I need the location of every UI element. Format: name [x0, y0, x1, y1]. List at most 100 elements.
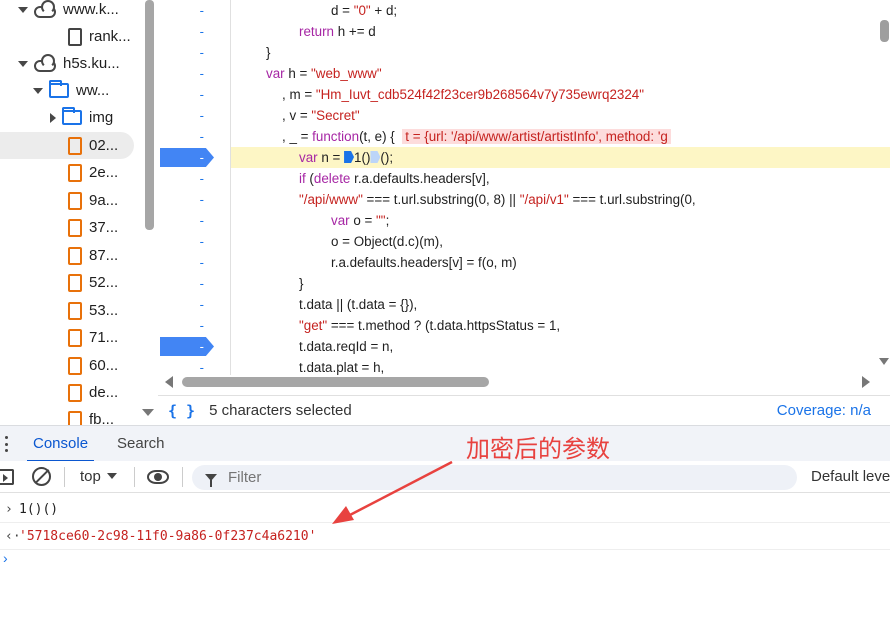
inline-variable-value: t = {url: '/api/www/artist/artistInfo', … — [402, 129, 671, 144]
live-expression-eye-icon[interactable] — [146, 467, 172, 487]
paused-code-line[interactable]: var n = 1() (); — [231, 147, 890, 168]
code-string: "web_www" — [311, 66, 382, 81]
code-area[interactable]: d = "0" + d; return h += d } var h = "we… — [230, 0, 890, 375]
code-line[interactable]: d = "0" + d; — [231, 0, 397, 21]
sidebar-toggle-icon[interactable] — [0, 469, 14, 485]
code-token: + d; — [370, 3, 398, 18]
code-line[interactable]: o = Object(d.c)(m), — [231, 231, 443, 252]
gutter-line-marker[interactable]: - — [158, 42, 228, 63]
code-string: "Secret" — [311, 108, 360, 123]
code-token: , _ = — [282, 129, 313, 144]
tree-item-file[interactable]: 37... — [0, 214, 140, 241]
gutter-line-marker[interactable]: - — [158, 84, 228, 105]
context-select-label: top — [80, 468, 101, 485]
code-line[interactable]: t.data.plat = h, — [231, 357, 384, 378]
chevron-right-icon[interactable] — [50, 112, 56, 123]
folder-icon — [62, 107, 82, 125]
more-options-icon[interactable] — [5, 436, 9, 452]
editor-gutter[interactable]: ------------------ — [158, 0, 228, 375]
tree-item-file[interactable]: rank... — [0, 23, 140, 50]
tree-item-file[interactable]: de... — [0, 379, 140, 406]
gutter-line-marker[interactable]: - — [158, 126, 228, 147]
tree-scrollbar-thumb[interactable] — [145, 0, 154, 230]
gutter-line-marker[interactable]: - — [158, 168, 228, 189]
code-line[interactable]: } — [231, 42, 270, 63]
gutter-line-marker[interactable]: - — [158, 105, 228, 126]
gutter-line-marker[interactable]: - — [158, 315, 228, 336]
tree-item-file[interactable]: 9a... — [0, 187, 140, 214]
code-line[interactable]: var o = ""; — [231, 210, 389, 231]
code-line[interactable]: return h += d — [231, 21, 376, 42]
gutter-line-marker[interactable]: - — [158, 357, 228, 378]
step-into-marker-icon[interactable] — [370, 151, 381, 163]
console-output[interactable]: › 1()() ‹· '5718ce60-2c98-11f0-9a86-0f23… — [0, 494, 890, 619]
code-line[interactable]: , v = "Secret" — [231, 105, 360, 126]
code-token: n = — [317, 150, 345, 165]
code-line[interactable]: if (delete r.a.defaults.headers[v], — [231, 168, 490, 189]
tree-item-file[interactable]: 52... — [0, 269, 140, 296]
gutter-line-marker[interactable]: - — [158, 189, 228, 210]
file-icon — [68, 163, 82, 182]
code-token: ; — [385, 213, 390, 228]
gutter-line-marker[interactable]: - — [158, 63, 228, 84]
scroll-down-arrow-icon[interactable] — [142, 409, 154, 416]
code-line[interactable]: "get" === t.method ? (t.data.httpsStatus… — [231, 315, 560, 336]
cloud-icon — [34, 0, 56, 18]
gutter-line-marker[interactable]: - — [158, 336, 228, 357]
coverage-link[interactable]: Coverage: n/a — [777, 402, 871, 419]
toolbar-divider — [64, 467, 65, 487]
tab-search[interactable]: Search — [117, 426, 165, 462]
tree-item-domain-1[interactable]: www.k... — [0, 0, 140, 23]
code-line[interactable]: var h = "web_www" — [231, 63, 382, 84]
tree-item-file[interactable]: 71... — [0, 324, 140, 351]
code-line[interactable]: , m = "Hm_Iuvt_cdb524f42f23cer9b268564v7… — [231, 84, 644, 105]
chevron-down-icon[interactable] — [18, 60, 28, 67]
editor-vertical-scrollbar-thumb[interactable] — [880, 20, 889, 42]
gutter-line-marker[interactable]: - — [158, 210, 228, 231]
filter-field[interactable] — [192, 465, 797, 490]
code-line[interactable]: t.data.reqId = n, — [231, 336, 393, 357]
tab-console[interactable]: Console — [26, 426, 95, 462]
editor-horizontal-scrollbar-thumb[interactable] — [182, 377, 489, 387]
chevron-down-icon[interactable] — [18, 6, 28, 13]
annotation-label: 加密后的参数 — [466, 435, 610, 463]
code-line[interactable]: } — [231, 273, 303, 294]
tree-item-file-selected[interactable]: 02... — [0, 132, 134, 159]
pretty-print-icon[interactable]: { } — [168, 402, 195, 420]
code-line[interactable]: , _ = function(t, e) { t = {url: '/api/w… — [231, 126, 671, 147]
gutter-line-marker[interactable]: - — [158, 231, 228, 252]
scroll-down-arrow-icon[interactable] — [879, 358, 889, 365]
chevron-down-icon[interactable] — [33, 87, 43, 94]
tree-item-file[interactable]: fb... — [0, 406, 140, 425]
gutter-line-marker[interactable]: - — [158, 252, 228, 273]
gutter-line-marker[interactable]: - — [158, 147, 228, 168]
console-input-entry[interactable]: › 1()() — [0, 496, 890, 523]
code-line[interactable]: "/api/www" === t.url.substring(0, 8) || … — [231, 189, 696, 210]
code-editor[interactable]: ------------------ d = "0" + d; return h… — [158, 0, 890, 395]
scroll-left-arrow-icon[interactable] — [165, 376, 173, 388]
tree-item-file[interactable]: 2e... — [0, 159, 140, 186]
tree-item-folder-img[interactable]: img — [0, 104, 140, 131]
code-token: (); — [380, 150, 394, 165]
gutter-line-marker[interactable]: - — [158, 273, 228, 294]
tree-item-file[interactable]: 87... — [0, 242, 140, 269]
scroll-right-arrow-icon[interactable] — [862, 376, 870, 388]
context-select[interactable]: top — [80, 468, 117, 485]
tree-item-label: 87... — [89, 247, 119, 264]
console-result-entry[interactable]: ‹· '5718ce60-2c98-11f0-9a86-0f237c4a6210… — [0, 523, 890, 550]
clear-console-icon[interactable] — [32, 467, 51, 486]
tree-item-file[interactable]: 60... — [0, 352, 140, 379]
step-into-marker-icon[interactable] — [344, 151, 355, 163]
log-levels-dropdown[interactable]: Default levels — [811, 468, 890, 485]
code-line[interactable]: t.data || (t.data = {}), — [231, 294, 417, 315]
code-line[interactable]: r.a.defaults.headers[v] = f(o, m) — [231, 252, 517, 273]
gutter-line-marker[interactable]: - — [158, 294, 228, 315]
code-token: d = — [331, 3, 354, 18]
gutter-line-marker[interactable]: - — [158, 21, 228, 42]
tree-item-domain-2[interactable]: h5s.ku... — [0, 50, 140, 77]
tree-item-file[interactable]: 53... — [0, 297, 140, 324]
gutter-line-marker[interactable]: - — [158, 0, 228, 21]
tree-item-folder[interactable]: ww... — [0, 77, 140, 104]
filter-input[interactable] — [228, 469, 788, 486]
console-prompt-chevron-icon[interactable]: › — [3, 550, 8, 566]
